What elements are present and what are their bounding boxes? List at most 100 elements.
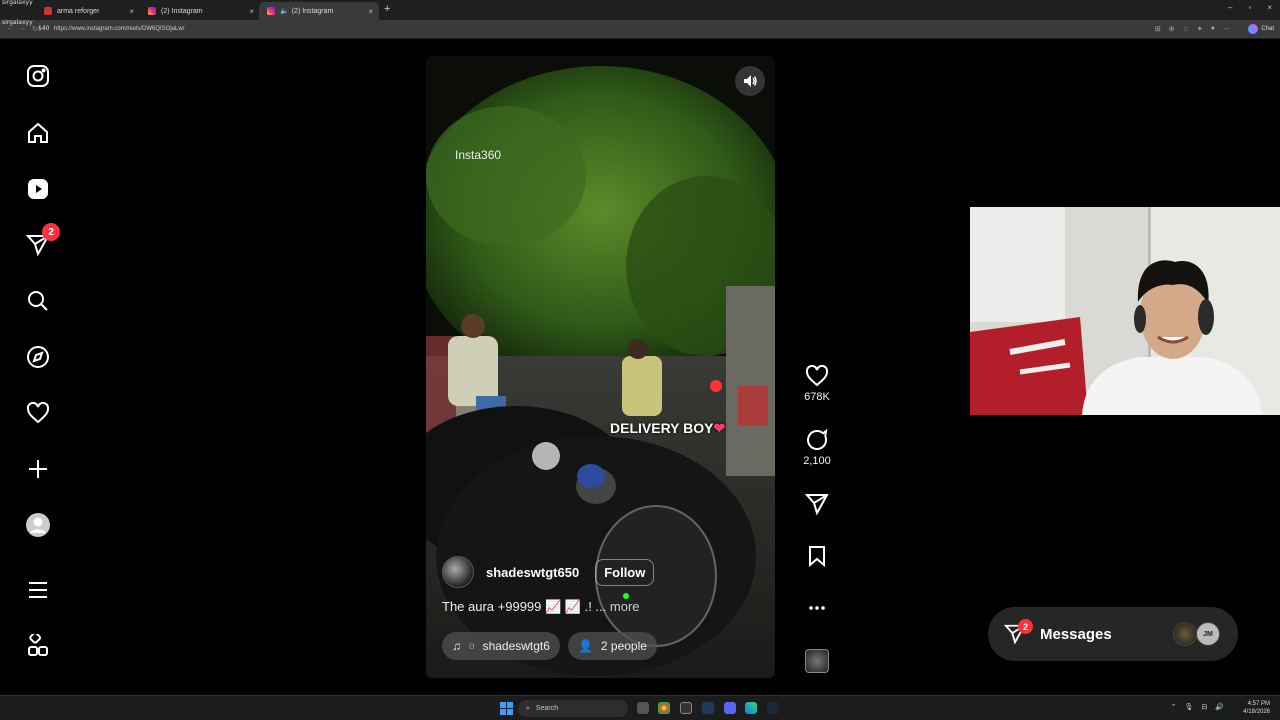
tab-title: (2) Instagram xyxy=(291,7,334,15)
messages-label: Messages xyxy=(1040,625,1112,643)
share-button[interactable] xyxy=(795,492,839,516)
more-options-button[interactable] xyxy=(795,596,839,620)
maximize-button[interactable]: ▫ xyxy=(1248,3,1251,12)
mute-toggle-button[interactable] xyxy=(735,66,765,96)
close-window-button[interactable]: × xyxy=(1267,3,1272,12)
reels-icon[interactable] xyxy=(24,175,52,203)
taskbar-clock[interactable]: 4:57 PM 4/18/2026 xyxy=(1243,700,1270,716)
follow-button[interactable]: Follow xyxy=(595,558,655,586)
system-tray: ⌃ 🎙 ⊟ 🔊 xyxy=(1171,703,1224,711)
share-icon xyxy=(805,494,829,516)
author-avatar[interactable] xyxy=(442,556,474,588)
person-icon: 👤 xyxy=(577,639,593,653)
profile-icon[interactable]: ● xyxy=(1211,25,1215,33)
chat-label: Chat xyxy=(1261,26,1274,32)
search-icon[interactable] xyxy=(24,287,52,315)
url-field[interactable]: https://www.instagram.com/reels/DW6QISOj… xyxy=(54,26,184,32)
copilot-icon xyxy=(1248,24,1259,34)
tab-close-icon[interactable]: × xyxy=(249,7,254,16)
conversation-avatar xyxy=(1173,622,1197,646)
also-from-meta-icon[interactable] xyxy=(24,632,52,660)
more-link[interactable]: more xyxy=(610,599,640,614)
home-icon[interactable] xyxy=(24,119,52,147)
tagged-people-label: 2 people xyxy=(600,639,647,653)
windows-start-icon[interactable] xyxy=(500,702,513,720)
comment-count: 2,100 xyxy=(803,455,831,467)
speaker-icon[interactable]: 🔈 xyxy=(280,7,289,15)
explore-icon[interactable] xyxy=(24,343,52,371)
direct-messages-icon[interactable]: 2 xyxy=(24,223,60,259)
taskbar-search[interactable]: ⌕ Search xyxy=(518,700,628,717)
tab-instagram-active[interactable]: 🔈 (2) Instagram × xyxy=(259,2,379,20)
messages-button[interactable]: 2 Messages JM xyxy=(988,607,1238,661)
more-dots-icon xyxy=(809,606,825,610)
tab-close-icon[interactable]: × xyxy=(129,7,134,16)
audio-track-label: shadeswtgt6 xyxy=(482,639,550,653)
search-icon: ⌕ xyxy=(526,704,530,712)
caption-text: The aura +99999 📈 📈 .! ... xyxy=(442,599,607,614)
comment-button[interactable]: 2,100 xyxy=(795,428,839,467)
video-watermark: Insta360 xyxy=(455,148,502,162)
app-icon[interactable] xyxy=(702,702,714,714)
instagram-sidebar: 2 xyxy=(0,40,76,694)
webcam-overlay xyxy=(970,207,1280,415)
heart-icon xyxy=(805,364,829,387)
overlay-line: sirgalaxyy xyxy=(2,0,33,6)
create-plus-icon[interactable] xyxy=(24,455,52,483)
github-icon[interactable] xyxy=(680,702,692,714)
tab-close-icon[interactable]: × xyxy=(368,7,373,16)
steam-icon[interactable] xyxy=(767,702,779,714)
tab-arma-reforger[interactable]: arma reforger × xyxy=(36,2,140,20)
zoom-icon[interactable]: ⊕ xyxy=(1169,25,1175,33)
clock-date: 4/18/2026 xyxy=(1243,709,1270,715)
windows-taskbar: ⌕ Search ⌃ 🎙 ⊟ 🔊 4:57 PM 4/18/2026 xyxy=(0,695,1280,720)
bookmark-icon xyxy=(809,546,825,568)
save-button[interactable] xyxy=(795,544,839,568)
reel-video[interactable]: Insta360 DELIVERY BOY❤ shadeswtgt650 Fol… xyxy=(426,56,775,678)
more-menu-icon[interactable] xyxy=(24,576,52,604)
mic-icon[interactable]: 🎙 xyxy=(1185,703,1194,711)
task-view-icon[interactable] xyxy=(637,702,649,714)
menu-dots-icon[interactable]: ⋯ xyxy=(1223,25,1230,33)
extension-icon[interactable]: ✦ xyxy=(1197,25,1203,33)
network-icon[interactable]: ⊟ xyxy=(1201,703,1207,711)
chevron-up-icon[interactable]: ⌃ xyxy=(1171,703,1177,711)
apps-icon[interactable]: ⊞ xyxy=(1155,25,1161,33)
overlay-line: $40 xyxy=(38,25,50,32)
heart-emoji-icon: ❤ xyxy=(713,420,726,436)
instagram-logo-icon[interactable] xyxy=(24,62,52,90)
minimize-button[interactable]: – xyxy=(1228,3,1232,12)
overlay-caption-text: DELIVERY BOY xyxy=(610,420,714,436)
profile-avatar-icon[interactable] xyxy=(24,511,52,539)
tab-instagram-1[interactable]: (2) Instagram × xyxy=(140,2,260,20)
extension-icons: ⊞ ⊕ ☆ ✦ ● ⋯ xyxy=(1155,25,1230,33)
edge-icon[interactable] xyxy=(745,702,757,714)
messages-badge: 2 xyxy=(1018,619,1033,634)
browser-tab-bar: sirgalaxyy sirgalaxyy $40 arma reforger … xyxy=(0,0,1280,32)
copilot-chat-button[interactable]: Chat xyxy=(1248,24,1274,34)
volume-icon[interactable]: 🔊 xyxy=(1215,703,1224,711)
instagram-favicon-icon xyxy=(267,7,275,15)
clock-time: 4:57 PM xyxy=(1247,701,1270,707)
music-note-icon: ♫ xyxy=(452,639,461,653)
chrome-icon[interactable] xyxy=(658,702,670,714)
author-username[interactable]: shadeswtgt650 xyxy=(486,565,579,580)
tagged-people-pill[interactable]: 👤 2 people xyxy=(567,632,657,660)
new-tab-button[interactable]: + xyxy=(384,3,390,15)
tab-title: (2) Instagram xyxy=(161,7,203,15)
conversation-avatar: JM xyxy=(1196,622,1220,646)
discord-icon[interactable] xyxy=(724,702,736,714)
heart-icon[interactable] xyxy=(24,399,52,427)
audio-thumbnail[interactable] xyxy=(805,649,829,673)
address-bar: ← → ↻ https://www.instagram.com/reels/DW… xyxy=(0,20,1280,39)
tab-title: arma reforger xyxy=(57,7,100,15)
stream-overlay-text: sirgalaxyy sirgalaxyy $40 xyxy=(2,0,49,33)
notification-badge: 2 xyxy=(42,223,60,241)
audio-row: ♫ o shadeswtgt6 👤 2 people xyxy=(442,632,657,660)
webcam-feed xyxy=(970,207,1280,415)
reel-caption[interactable]: The aura +99999 📈 📈 .! ... more xyxy=(442,599,640,615)
bookmark-star-icon[interactable]: ☆ xyxy=(1183,25,1189,33)
like-button[interactable]: 678K xyxy=(795,364,839,403)
audio-track-pill[interactable]: ♫ o shadeswtgt6 xyxy=(442,632,560,660)
video-text-overlay: DELIVERY BOY❤ xyxy=(610,420,725,437)
